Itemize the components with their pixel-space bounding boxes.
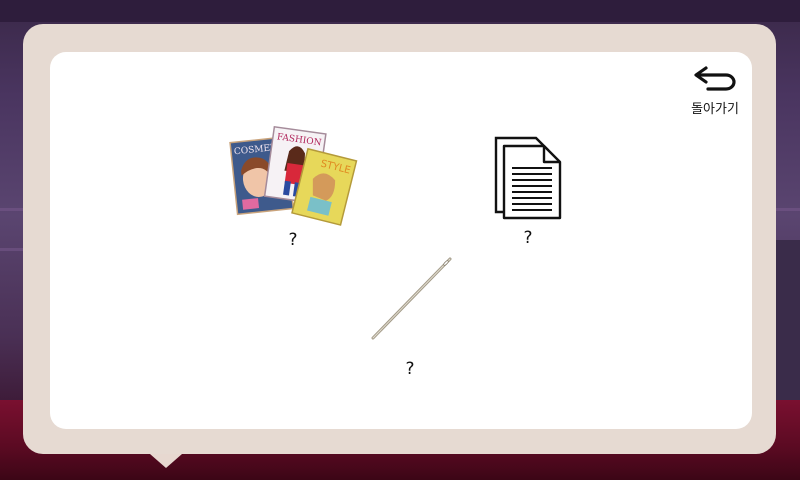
back-button-label: 돌아가기 [691,102,739,117]
item-unknown-label: ? [523,228,533,248]
item-needle[interactable]: ? [362,255,458,380]
needle-icon [371,257,452,340]
document-icon [494,136,562,220]
magazines-icon: COSMET FASHION STYLE [229,125,358,226]
return-arrow-icon [694,66,736,91]
frame-notch [150,454,182,468]
back-button[interactable]: 돌아가기 [682,62,748,124]
item-unknown-label: ? [288,230,298,250]
item-document[interactable]: ? [478,132,578,252]
item-magazines[interactable]: COSMET FASHION STYLE ? [228,124,358,254]
item-unknown-label: ? [405,359,415,379]
scene-ceiling [0,0,800,22]
